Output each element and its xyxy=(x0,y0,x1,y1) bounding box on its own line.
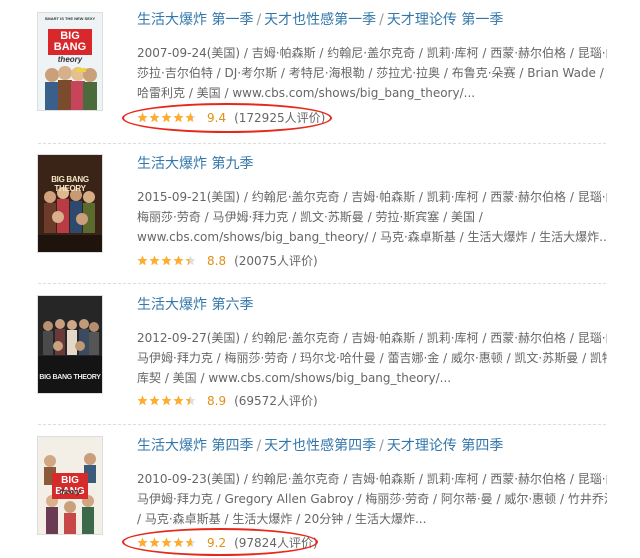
result-title: 生活大爆炸 第四季 / 天才也性感第四季 / 天才理论传 第四季 xyxy=(137,438,504,454)
meta-line: 库契 / 美国 / www.cbs.com/shows/big_bang_the… xyxy=(137,371,452,385)
divider xyxy=(38,143,606,144)
poster-art-icon xyxy=(38,155,102,252)
result-meta: 2012-09-27(美国) / 约翰尼·盖尔克奇 / 吉姆·帕森斯 / 凯莉·… xyxy=(137,328,607,388)
title-link[interactable]: 生活大爆炸 第四季 xyxy=(137,438,253,454)
divider xyxy=(38,424,606,425)
poster-top-text: SMART IS THE NEW SEXY xyxy=(44,16,96,21)
meta-line: 梅丽莎·劳奇 / 马伊姆·拜力克 / 凯文·苏斯曼 / 劳拉·斯宾塞 / 美国 … xyxy=(137,210,483,224)
divider xyxy=(38,283,606,284)
title-link[interactable]: 生活大爆炸 第九季 xyxy=(137,156,253,172)
poster-logo-text: BIG BANG xyxy=(48,29,92,55)
meta-line: 马伊姆·拜力克 / 梅丽莎·劳奇 / 玛尔戈·哈什曼 / 蕾吉娜·金 / 威尔·… xyxy=(137,351,607,365)
poster-image[interactable]: SMART IS THE NEW SEXY BIG BANG theory xyxy=(38,13,102,110)
alt-title-link[interactable]: 天才也性感第一季 xyxy=(264,12,376,28)
highlight-oval xyxy=(122,103,332,133)
poster-logo-text: BIG BANG THEORY xyxy=(51,175,89,193)
highlight-oval xyxy=(122,528,318,556)
meta-line: 马伊姆·拜力克 / Gregory Allen Gabroy / 梅丽莎·劳奇 … xyxy=(137,492,607,506)
alt-title-link[interactable]: 天才也性感第四季 xyxy=(264,438,376,454)
poster-image[interactable]: BIG BANG theory xyxy=(38,437,102,534)
poster-image[interactable]: BIG BANG THEORY xyxy=(38,155,102,252)
meta-line: www.cbs.com/shows/big_bang_theory/ / 马克·… xyxy=(137,230,607,244)
meta-line: 2012-09-27(美国) / 约翰尼·盖尔克奇 / 吉姆·帕森斯 / 凯莉·… xyxy=(137,331,607,345)
star-rating-icon xyxy=(137,254,197,270)
meta-line: 哈雷利克 / 美国 / www.cbs.com/shows/big_bang_t… xyxy=(137,86,476,100)
poster-image[interactable]: BIG BANG THEORY xyxy=(38,296,102,393)
result-meta: 2015-09-21(美国) / 约翰尼·盖尔克奇 / 吉姆·帕森斯 / 凯莉·… xyxy=(137,187,607,247)
result-meta: 2010-09-23(美国) / 约翰尼·盖尔克奇 / 吉姆·帕森斯 / 凯莉·… xyxy=(137,469,607,529)
rating-count[interactable]: (69572人评价) xyxy=(234,394,318,408)
title-link[interactable]: 生活大爆炸 第六季 xyxy=(137,297,253,313)
meta-line: / 马克·森卓斯基 / 生活大爆炸 / 20分钟 / 生活大爆炸... xyxy=(137,512,427,526)
rating-count[interactable]: (20075人评价) xyxy=(234,254,318,268)
star-rating-icon xyxy=(137,394,197,410)
meta-line: 2007-09-24(美国) / 吉姆·帕森斯 / 约翰尼·盖尔克奇 / 凯莉·… xyxy=(137,46,607,60)
meta-line: 2015-09-21(美国) / 约翰尼·盖尔克奇 / 吉姆·帕森斯 / 凯莉·… xyxy=(137,190,607,204)
poster-sub-text: theory xyxy=(57,55,83,64)
meta-line: 莎拉·吉尔伯特 / DJ·考尔斯 / 考特尼·海根勒 / 莎拉尤·拉奥 / 布鲁… xyxy=(137,66,607,80)
result-meta: 2007-09-24(美国) / 吉姆·帕森斯 / 约翰尼·盖尔克奇 / 凯莉·… xyxy=(137,43,607,103)
result-title: 生活大爆炸 第六季 xyxy=(137,296,253,314)
rating-row: 8.9 (69572人评价) xyxy=(137,393,318,410)
alt-title-link[interactable]: 天才理论传 第四季 xyxy=(387,438,503,454)
rating-score: 8.8 xyxy=(207,254,227,268)
poster-sub-text: theory xyxy=(59,489,81,496)
poster-logo-text: BIG BANG THEORY xyxy=(39,374,101,381)
alt-title-link[interactable]: 天才理论传 第一季 xyxy=(387,12,503,28)
rating-score: 8.9 xyxy=(207,394,227,408)
rating-row: 8.8 (20075人评价) xyxy=(137,253,318,270)
result-title: 生活大爆炸 第一季 / 天才也性感第一季 / 天才理论传 第一季 xyxy=(137,12,504,28)
result-title: 生活大爆炸 第九季 xyxy=(137,155,253,173)
meta-line: 2010-09-23(美国) / 约翰尼·盖尔克奇 / 吉姆·帕森斯 / 凯莉·… xyxy=(137,472,607,486)
title-link[interactable]: 生活大爆炸 第一季 xyxy=(137,12,253,28)
